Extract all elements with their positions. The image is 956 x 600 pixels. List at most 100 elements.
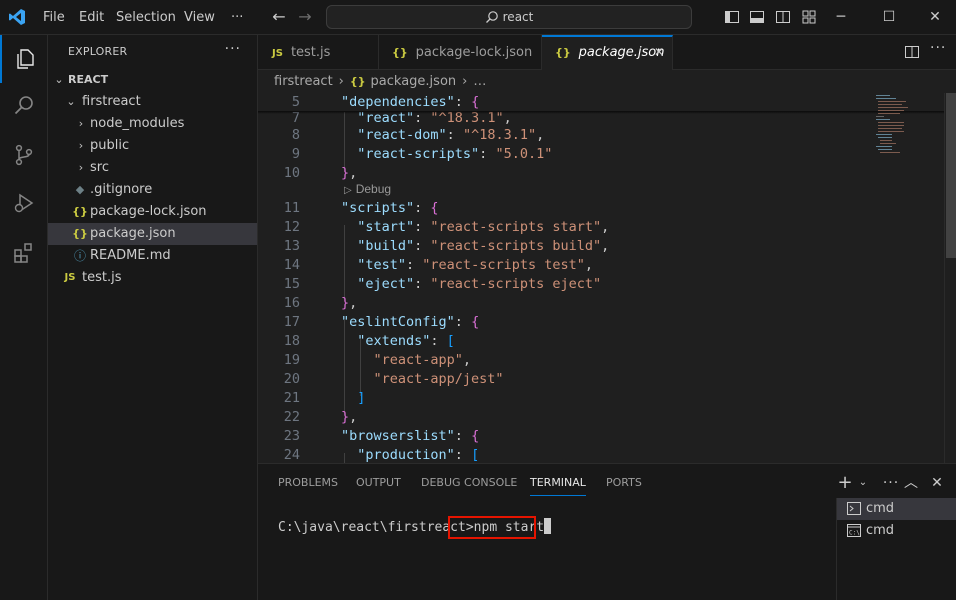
chevron-right-icon: › xyxy=(78,139,84,152)
git-diamond-icon: ◆ xyxy=(75,183,85,196)
line-text: "react-app/jest" xyxy=(341,371,504,387)
json-braces-icon: {} xyxy=(349,75,366,88)
line-number: 21 xyxy=(283,390,300,406)
line-number: 13 xyxy=(283,238,300,254)
close-panel-icon[interactable]: ✕ xyxy=(928,474,946,492)
forward-arrow-icon[interactable]: → xyxy=(296,8,314,26)
tree-item-gitignore[interactable]: ◆ .gitignore xyxy=(48,179,257,201)
tab-terminal[interactable]: TERMINAL xyxy=(530,476,586,496)
explorer-activity-icon[interactable] xyxy=(0,35,48,83)
line-number: 11 xyxy=(283,200,300,216)
panel-more-actions-icon[interactable]: ··· xyxy=(882,474,900,492)
tab-test-js[interactable]: JS test.js xyxy=(258,35,379,70)
menu-selection[interactable]: Selection xyxy=(116,0,176,35)
tree-item-label: test.js xyxy=(82,270,122,285)
toggle-secondary-sidebar-icon[interactable] xyxy=(775,9,791,25)
debug-codelens[interactable]: ▷ Debug xyxy=(344,181,391,197)
extensions-icon[interactable] xyxy=(0,229,48,277)
menu-edit[interactable]: Edit xyxy=(79,0,104,35)
terminal-cursor xyxy=(544,518,552,534)
chevron-right-icon: › xyxy=(78,161,84,174)
line-number: 10 xyxy=(283,165,300,181)
tab-package-lock-json[interactable]: {} package-lock.json xyxy=(379,35,542,70)
js-icon: JS xyxy=(272,48,283,59)
code-editor[interactable]: 5 "dependencies": { 7 "react": "^18.3.1",… xyxy=(258,93,944,463)
tab-problems[interactable]: PROBLEMS xyxy=(278,476,338,496)
js-icon: JS xyxy=(64,272,76,283)
tree-item-public[interactable]: › public xyxy=(48,135,257,157)
line-text: "start": "react-scripts start", xyxy=(341,219,610,235)
editor-more-actions-icon[interactable]: ··· xyxy=(930,40,946,56)
search-icon xyxy=(485,11,498,23)
editor-tabs: JS test.js {} package-lock.json {} package.… xyxy=(258,35,956,70)
tree-item-node-modules[interactable]: › node_modules xyxy=(48,113,257,135)
terminal-item[interactable]: C:\ cmd xyxy=(837,520,956,542)
line-number: 23 xyxy=(283,428,300,444)
search-activity-icon[interactable] xyxy=(0,81,48,129)
tree-item-label: firstreact xyxy=(82,94,141,109)
new-terminal-icon[interactable]: + xyxy=(836,474,854,492)
line-text: "test": "react-scripts test", xyxy=(341,257,593,273)
terminal-item[interactable]: cmd xyxy=(837,498,956,520)
customize-layout-icon[interactable] xyxy=(801,9,817,25)
menu-more[interactable]: ··· xyxy=(231,0,243,35)
command-center-text: react xyxy=(502,10,534,24)
codelens-label: Debug xyxy=(355,182,392,196)
tab-output[interactable]: OUTPUT xyxy=(356,476,401,496)
tree-item-test-js[interactable]: JS test.js xyxy=(48,267,257,289)
tree-item-package-json[interactable]: {} package.json xyxy=(48,223,257,245)
title-bar: File Edit Selection View ··· ← → react ─… xyxy=(0,0,956,35)
breadcrumb-file[interactable]: package.json xyxy=(371,74,457,89)
json-braces-icon: {} xyxy=(392,46,408,59)
breadcrumb-tail[interactable]: … xyxy=(473,74,486,89)
maximize-icon[interactable]: ☐ xyxy=(866,0,912,35)
tree-item-label: node_modules xyxy=(90,116,185,131)
split-editor-icon[interactable] xyxy=(904,44,920,60)
play-icon: ▷ xyxy=(344,185,352,196)
terminal-list: cmd C:\ cmd xyxy=(836,498,956,600)
tree-root-react[interactable]: ⌄ REACT xyxy=(48,69,257,91)
tab-ports[interactable]: PORTS xyxy=(606,476,642,496)
line-number: 15 xyxy=(283,276,300,292)
chevron-down-icon: ⌄ xyxy=(66,95,76,108)
chevron-right-icon: › xyxy=(338,74,344,89)
chevron-up-icon[interactable]: ︿ xyxy=(902,474,920,492)
chevron-down-icon[interactable]: ⌄ xyxy=(854,474,872,492)
json-braces-icon: {} xyxy=(555,46,571,59)
breadcrumb: firstreact ›{} package.json ›… xyxy=(274,71,486,93)
menu-view[interactable]: View xyxy=(184,0,215,35)
explorer-more-actions[interactable]: ··· xyxy=(225,41,241,57)
minimap[interactable] xyxy=(872,93,944,163)
tree-item-src[interactable]: › src xyxy=(48,157,257,179)
tab-label: package-lock.json xyxy=(415,45,533,60)
minimize-icon[interactable]: ─ xyxy=(818,0,864,35)
run-debug-icon[interactable] xyxy=(0,179,48,227)
terminal-item-label: cmd xyxy=(866,523,895,538)
command-center-search[interactable]: react xyxy=(326,5,692,29)
line-text: "react-app", xyxy=(341,352,472,368)
close-tab-icon[interactable]: ✕ xyxy=(654,37,664,68)
toggle-panel-icon[interactable] xyxy=(749,9,765,25)
line-number: 20 xyxy=(283,371,300,387)
editor-scroll-thumb[interactable] xyxy=(946,93,956,258)
sticky-scroll-shadow xyxy=(258,111,944,114)
vscode-logo-icon xyxy=(9,9,25,25)
toggle-primary-sidebar-icon[interactable] xyxy=(724,9,740,25)
line-text: "build": "react-scripts build", xyxy=(341,238,610,254)
tree-item-package-lock[interactable]: {} package-lock.json xyxy=(48,201,257,223)
line-number: 18 xyxy=(283,333,300,349)
tab-label: test.js xyxy=(290,45,331,60)
tab-debug-console[interactable]: DEBUG CONSOLE xyxy=(421,476,517,496)
breadcrumb-folder[interactable]: firstreact xyxy=(274,74,333,89)
line-number: 9 xyxy=(291,146,300,162)
activity-bar xyxy=(0,35,48,600)
tab-package-json[interactable]: {} package.json ✕ xyxy=(542,35,673,70)
source-control-icon[interactable] xyxy=(0,131,48,179)
tree-item-label: public xyxy=(90,138,130,153)
close-window-icon[interactable]: ✕ xyxy=(912,0,956,35)
menu-file[interactable]: File xyxy=(43,0,65,35)
tree-item-readme[interactable]: ⓘ README.md xyxy=(48,245,257,267)
back-arrow-icon[interactable]: ← xyxy=(270,8,288,26)
line-number: 17 xyxy=(283,314,300,330)
tree-item-firstreact[interactable]: ⌄ firstreact xyxy=(48,91,257,113)
